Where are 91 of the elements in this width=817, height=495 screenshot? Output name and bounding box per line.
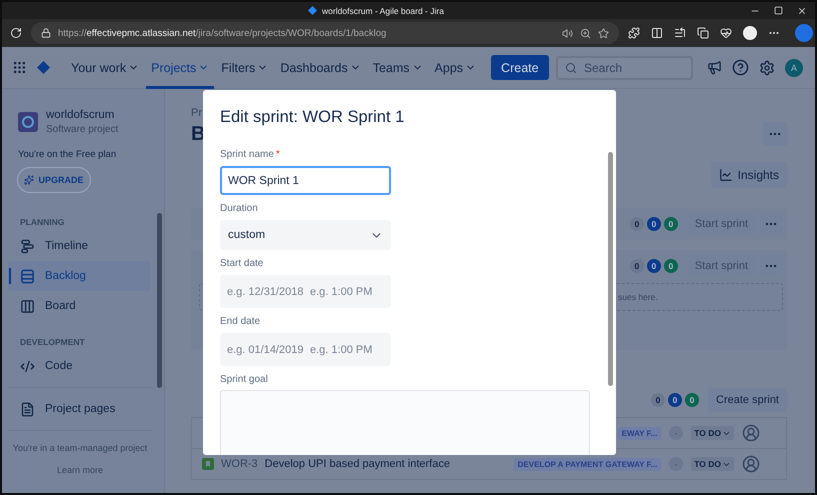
profile-avatar[interactable]: [743, 26, 757, 40]
section-heading: PLANNING: [19, 217, 66, 227]
empty-note: sues here.: [618, 292, 658, 302]
code-icon: [20, 358, 35, 374]
issue-count-badge: 0: [630, 259, 644, 273]
sparkles-icon: [24, 175, 34, 185]
copilot-icon[interactable]: [795, 24, 813, 42]
epic-tag: DEVELOP A PAYMENT GATEWAY F...: [514, 458, 662, 470]
restore-icon[interactable]: [774, 6, 783, 16]
field-label: Duration: [220, 203, 259, 216]
learn-more-link[interactable]: Learn more: [2, 465, 164, 475]
nav-menu[interactable]: Your work: [66, 46, 144, 88]
sidebar-item[interactable]: Project pages: [8, 394, 150, 424]
app-switcher-icon[interactable]: [12, 60, 27, 75]
create-button[interactable]: Create: [491, 55, 549, 80]
star-icon[interactable]: [598, 28, 609, 38]
sprint-name-field[interactable]: WOR Sprint 1: [220, 166, 391, 195]
create-sprint-button[interactable]: Create sprint: [708, 388, 787, 412]
date-input[interactable]: e.g. 01/14/2019: [220, 333, 303, 366]
issue-count-badge: 0: [651, 393, 666, 407]
dialog-title: Edit sprint: WOR Sprint 1: [220, 108, 406, 127]
date-input[interactable]: e.g. 12/31/2018: [220, 275, 303, 308]
read-aloud-icon[interactable]: [562, 28, 573, 38]
time-input[interactable]: e.g. 1:00 PM: [303, 275, 391, 308]
upgrade-button[interactable]: UPGRADE: [17, 167, 91, 193]
nav-menu[interactable]: Apps: [430, 46, 482, 88]
field-label: Sprint name *: [220, 149, 281, 162]
project-avatar-icon: [18, 112, 38, 132]
jira-logo-icon[interactable]: [37, 61, 50, 74]
nav-menu[interactable]: Teams: [368, 46, 428, 88]
sidebar-item[interactable]: Backlog: [8, 261, 150, 291]
zoom-icon[interactable]: [580, 28, 591, 38]
notifications-icon[interactable]: [707, 60, 722, 75]
status-dropdown[interactable]: TO DO: [691, 457, 734, 471]
duration-select[interactable]: custom: [220, 220, 391, 250]
split-screen-icon[interactable]: [651, 27, 663, 39]
address-bar[interactable]: https://effectivepmc.atlassian.net/jira/software/projects/WOR/boards/1/backlog: [31, 22, 619, 44]
field-label: Sprint goal: [220, 374, 269, 387]
nav-menu[interactable]: Filters: [216, 46, 274, 88]
issue-count-badge: 0: [646, 217, 661, 231]
help-icon[interactable]: [732, 59, 749, 76]
assignee-avatar-icon: [742, 455, 760, 473]
issue-count-badge: 0: [664, 259, 678, 273]
plan-note: You're on the Free plan: [17, 149, 118, 160]
sidebar-item[interactable]: Board: [8, 291, 150, 321]
estimate-badge: -: [669, 457, 684, 471]
window-title: worldofscrum - Agile board - Jira: [322, 6, 444, 16]
epic-tag: EWAY F...: [618, 426, 662, 440]
footer-note: You're in a team-managed project: [12, 443, 148, 453]
scrollbar[interactable]: [157, 213, 162, 388]
user-avatar[interactable]: A: [785, 58, 803, 76]
issue-count-badge: 0: [668, 393, 682, 407]
sprint-goal-field[interactable]: [220, 390, 590, 455]
time-input[interactable]: e.g. 1:00 PM: [303, 333, 391, 366]
scrollbar[interactable]: [608, 152, 613, 386]
timeline-icon: [20, 238, 35, 254]
nav-menu[interactable]: Dashboards: [275, 46, 366, 88]
extensions-icon[interactable]: [628, 27, 640, 39]
field-label: End date: [220, 316, 262, 329]
sidebar-item[interactable]: Code: [8, 351, 150, 381]
project-name: worldofscrum: [46, 109, 116, 121]
heart-icon[interactable]: [720, 27, 732, 39]
issue-count-badge: 0: [685, 393, 700, 407]
breadcrumb[interactable]: Pr: [191, 107, 206, 119]
favorites-icon[interactable]: [674, 27, 686, 39]
collections-icon[interactable]: [697, 27, 709, 39]
board-icon: [20, 298, 35, 314]
issue-key[interactable]: WOR-3: [221, 458, 258, 470]
close-icon[interactable]: [797, 6, 807, 16]
field-label: Start date: [220, 258, 264, 271]
issue-count-badge: 0: [630, 217, 644, 231]
chart-icon: [718, 168, 733, 182]
story-icon: [202, 458, 214, 470]
insights-button[interactable]: Insights: [710, 162, 787, 188]
reload-icon[interactable]: [10, 27, 22, 39]
lock-icon: [41, 28, 51, 38]
status-dropdown[interactable]: TO DO: [691, 426, 734, 440]
project-type: Software project: [46, 124, 118, 135]
issue-count-badge: 0: [646, 259, 661, 273]
assignee-avatar-icon: [742, 424, 760, 442]
section-heading: DEVELOPMENT: [19, 337, 86, 347]
search-field[interactable]: Search: [556, 56, 693, 80]
sidebar-item[interactable]: Timeline: [8, 231, 150, 261]
issue-count-badge: 0: [664, 217, 678, 231]
backlog-icon: [20, 268, 35, 284]
issue-summary: Develop UPI based payment interface: [264, 458, 450, 470]
page-icon: [20, 402, 35, 416]
url-text: https://effectivepmc.atlassian.net/jira/software/projects/WOR/boards/1/backlog: [58, 28, 388, 38]
estimate-badge: -: [669, 426, 684, 440]
jira-logo-icon: [308, 6, 318, 15]
settings-icon[interactable]: [759, 60, 775, 76]
